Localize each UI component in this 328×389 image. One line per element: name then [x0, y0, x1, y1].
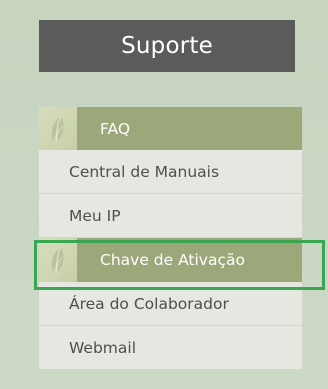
menu-item-label: Área do Colaborador — [69, 294, 229, 313]
menu-item-label: FAQ — [100, 119, 131, 138]
menu-item-area-do-colaborador[interactable]: Área do Colaborador — [39, 282, 302, 326]
menu-item-central-de-manuais[interactable]: Central de Manuais — [39, 150, 302, 194]
section-title-label: Suporte — [121, 33, 213, 59]
menu-item-chave-de-ativacao[interactable]: Chave de Ativação — [39, 238, 302, 282]
section-title: Suporte — [39, 20, 295, 72]
leaf-icon — [39, 107, 77, 150]
menu-item-label: Chave de Ativação — [100, 251, 245, 269]
menu-item-meu-ip[interactable]: Meu IP — [39, 194, 302, 238]
menu-item-faq[interactable]: FAQ — [39, 107, 302, 150]
menu-item-webmail[interactable]: Webmail — [39, 326, 302, 370]
menu-item-label: Webmail — [69, 338, 137, 357]
menu-item-label: Meu IP — [69, 206, 121, 225]
menu-item-label: Central de Manuais — [69, 162, 220, 181]
leaf-icon — [39, 238, 77, 282]
support-menu: FAQ Central de Manuais Meu IP Chave de A… — [39, 107, 302, 370]
